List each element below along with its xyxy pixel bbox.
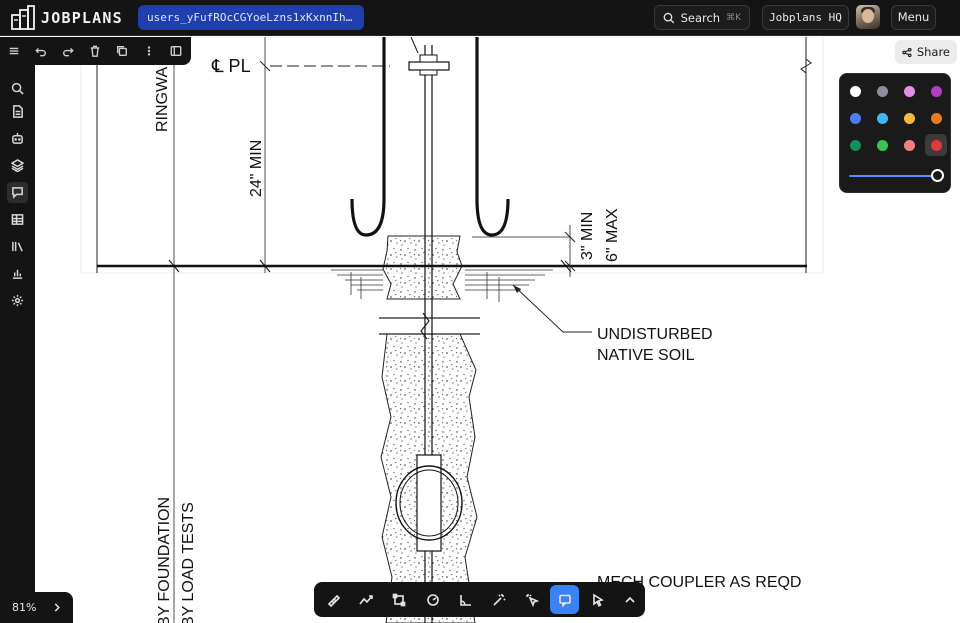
color-swatch-dot: [876, 139, 888, 151]
color-swatch[interactable]: [871, 107, 893, 129]
smart-select-icon[interactable]: [517, 585, 546, 614]
circle-icon[interactable]: [418, 585, 447, 614]
angle-icon[interactable]: [451, 585, 480, 614]
chevron-up-icon[interactable]: [615, 585, 644, 614]
color-swatch-dot: [930, 139, 942, 151]
soil-label-line1: UNDISTURBED: [597, 326, 713, 343]
more-icon[interactable]: [135, 37, 162, 65]
color-swatch[interactable]: [925, 80, 947, 102]
top-bar: JOBPLANS users_yFufROcCGYoeLzns1xKxnnIhS…: [0, 0, 960, 36]
trash-icon[interactable]: [81, 37, 108, 65]
color-swatch-dot: [876, 85, 888, 97]
avatar[interactable]: [856, 5, 880, 29]
share-icon: [902, 47, 912, 57]
zoom-level: 81%: [12, 601, 37, 614]
duplicate-icon[interactable]: [108, 37, 135, 65]
load-tests-label: BY LOAD TESTS: [180, 502, 197, 623]
sidebar-search-icon[interactable]: [7, 78, 28, 99]
dim-24-min-label: 24" MIN: [248, 140, 265, 197]
polyline-icon[interactable]: [351, 585, 380, 614]
share-label: Share: [916, 45, 950, 59]
color-swatch[interactable]: [898, 134, 920, 156]
color-swatch[interactable]: [898, 107, 920, 129]
stroke-width-slider[interactable]: [849, 169, 944, 182]
sidebar-chart-icon[interactable]: [7, 263, 28, 284]
comment-box-icon[interactable]: [550, 585, 579, 614]
sidebar-library-icon[interactable]: [7, 236, 28, 257]
zoom-control[interactable]: 81%: [0, 592, 73, 623]
sidebar-settings-icon[interactable]: [7, 290, 28, 311]
drawing-canvas[interactable]: ℄ PL RINGWA 24" MIN 3" MIN 6" MAX UNDIST…: [35, 37, 960, 623]
left-sidebar: [0, 37, 35, 623]
drawing-tools-toolbar: [314, 582, 645, 617]
color-swatch[interactable]: [925, 107, 947, 129]
color-swatch[interactable]: [898, 80, 920, 102]
color-swatch[interactable]: [871, 134, 893, 156]
search-icon: [663, 12, 675, 23]
color-swatch[interactable]: [871, 80, 893, 102]
edit-toolbar: [0, 37, 191, 65]
redo-icon[interactable]: [54, 37, 81, 65]
search-label: Search: [680, 10, 721, 25]
color-swatch[interactable]: [844, 80, 866, 102]
search-button[interactable]: Search ⌘K: [654, 5, 750, 30]
ruler-icon[interactable]: [318, 585, 347, 614]
rectangle-icon[interactable]: [384, 585, 413, 614]
search-shortcut: ⌘K: [726, 12, 741, 23]
sidebar-layers-icon[interactable]: [7, 155, 28, 176]
chevron-right-icon: [54, 603, 60, 612]
sidebar-document-icon[interactable]: [7, 101, 28, 122]
share-button[interactable]: Share: [895, 40, 957, 64]
color-swatch-dot: [903, 112, 915, 124]
color-swatch[interactable]: [925, 134, 947, 156]
sidebar-toggle-menu-icon[interactable]: [0, 37, 27, 65]
color-swatch-dot: [930, 85, 942, 97]
sidebar-robot-icon[interactable]: [7, 128, 28, 149]
org-switcher[interactable]: Jobplans HQ: [762, 5, 849, 30]
sidebar-comment-icon[interactable]: [7, 182, 28, 203]
color-picker-panel: [839, 73, 951, 193]
color-swatch-dot: [903, 85, 915, 97]
dim-3-min-label: 3" MIN: [579, 212, 596, 260]
slider-thumb[interactable]: [931, 169, 944, 182]
pointer-icon[interactable]: [583, 585, 612, 614]
menu-button[interactable]: Menu: [891, 5, 936, 30]
project-selector[interactable]: users_yFufROcCGYoeLzns1xKxnnIhS…: [138, 5, 364, 30]
panel-icon[interactable]: [162, 37, 189, 65]
app-logo[interactable]: JOBPLANS: [10, 5, 123, 31]
dim-6-max-label: 6" MAX: [604, 208, 621, 262]
magic-wand-icon[interactable]: [484, 585, 513, 614]
app-name: JOBPLANS: [41, 9, 123, 27]
color-swatch-dot: [903, 139, 915, 151]
construction-detail-drawing: ℄ PL RINGWA 24" MIN 3" MIN 6" MAX UNDIST…: [80, 37, 824, 623]
color-swatch[interactable]: [844, 134, 866, 156]
color-swatch-dot: [849, 112, 861, 124]
color-swatch-dot: [849, 139, 861, 151]
color-swatch-dot: [849, 85, 861, 97]
color-swatch[interactable]: [844, 107, 866, 129]
soil-label-line2: NATIVE SOIL: [597, 347, 695, 364]
foundation-label: BY FOUNDATION: [156, 497, 173, 623]
jobplans-logo-icon: [11, 5, 35, 30]
centerline-label: ℄ PL: [211, 56, 251, 76]
sidebar-table-icon[interactable]: [7, 209, 28, 230]
color-swatch-dot: [930, 112, 942, 124]
color-swatch-dot: [876, 112, 888, 124]
ringwall-label: RINGWA: [154, 66, 171, 132]
undo-icon[interactable]: [27, 37, 54, 65]
